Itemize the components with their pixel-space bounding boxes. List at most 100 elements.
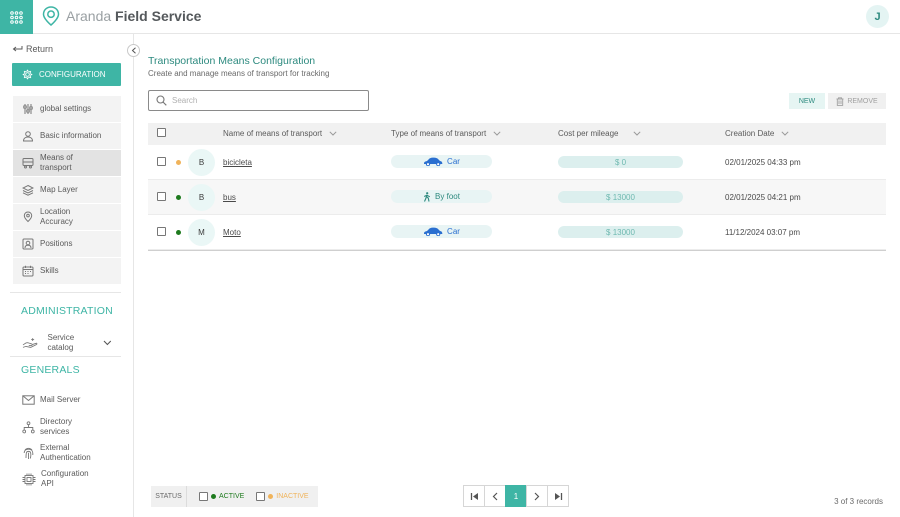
status-filter-label: STATUS	[151, 486, 187, 507]
sidebar-item-location-accuracy[interactable]: Location Accuracy	[13, 204, 121, 231]
configuration-button[interactable]: CONFIGURATION	[12, 63, 121, 86]
table-row[interactable]: B bicicleta Car $ 0 02/01/2025 04:33 pm	[148, 145, 886, 180]
column-header-name[interactable]: Name of means of transport	[223, 129, 337, 138]
last-page-button[interactable]	[547, 485, 569, 507]
configuration-menu: global settings Basic information Means …	[13, 96, 121, 285]
sidebar-item-configuration-api[interactable]: Configuration API	[22, 469, 101, 489]
location-icon	[23, 211, 33, 223]
active-dot	[211, 494, 216, 499]
first-page-icon	[470, 492, 478, 500]
type-label: By foot	[435, 192, 460, 201]
chip-icon	[22, 473, 36, 485]
row-checkbox[interactable]	[157, 192, 166, 201]
transport-icon	[22, 158, 34, 169]
status-dot-active	[176, 230, 181, 235]
return-link[interactable]: Return	[12, 44, 53, 54]
grid-icon	[10, 10, 23, 24]
table-row[interactable]: M Moto Car $ 13000 11/12/2024 03:07 pm	[148, 215, 886, 250]
chevron-down-icon[interactable]	[103, 340, 112, 346]
sidebar-item-label: Configuration API	[41, 469, 89, 488]
page-button-current[interactable]: 1	[505, 485, 527, 507]
mail-icon	[22, 395, 35, 405]
sidebar-item-label: Location Accuracy	[40, 207, 73, 226]
sidebar-item-basic-information[interactable]: Basic information	[13, 123, 121, 150]
chevron-down-icon	[633, 131, 642, 136]
sidebar-item-skills[interactable]: Skills	[13, 258, 121, 285]
type-badge: Car	[391, 225, 492, 238]
status-filter-active[interactable]: ACTIVE	[199, 492, 244, 501]
sidebar-item-global-settings[interactable]: global settings	[13, 96, 121, 123]
table-header: Name of means of transport Type of means…	[148, 123, 886, 145]
sidebar-item-means-of-transport[interactable]: Means of transport	[13, 150, 121, 177]
transport-name-link[interactable]: Moto	[223, 228, 241, 237]
avatar: M	[188, 219, 215, 246]
previous-page-button[interactable]	[484, 485, 506, 507]
positions-icon	[22, 238, 34, 250]
sidebar: Return CONFIGURATION global settings Bas…	[0, 34, 140, 517]
last-page-icon	[554, 492, 562, 500]
administration-title: ADMINISTRATION	[21, 305, 113, 317]
inactive-checkbox[interactable]	[256, 492, 266, 501]
car-icon	[424, 157, 443, 166]
column-header-cost[interactable]: Cost per mileage	[558, 129, 642, 138]
collapse-sidebar-button[interactable]	[127, 44, 140, 57]
apps-menu-button[interactable]	[0, 0, 33, 34]
sidebar-item-label: Basic information	[40, 131, 102, 140]
chevron-left-icon	[492, 492, 498, 500]
sidebar-item-positions[interactable]: Positions	[13, 231, 121, 258]
creation-date: 02/01/2025 04:33 pm	[725, 158, 801, 167]
transport-name-link[interactable]: bus	[223, 193, 236, 202]
remove-button[interactable]: REMOVE	[828, 93, 886, 109]
user-info-icon	[22, 131, 34, 142]
status-dot-active	[176, 195, 181, 200]
sidebar-item-directory-services[interactable]: Directory services	[22, 417, 85, 437]
page-subtitle: Create and manage means of transport for…	[148, 69, 330, 78]
column-header-date[interactable]: Creation Date	[725, 129, 789, 138]
page-title: Transportation Means Configuration	[148, 55, 316, 67]
first-page-button[interactable]	[463, 485, 485, 507]
user-avatar[interactable]: J	[866, 5, 889, 28]
type-badge: By foot	[391, 190, 492, 203]
app-logo: Aranda Field Service	[42, 6, 201, 26]
row-checkbox[interactable]	[157, 227, 166, 236]
sidebar-item-label: External Authentication	[40, 443, 91, 462]
layers-icon	[22, 184, 34, 196]
calendar-icon	[22, 265, 34, 277]
search-box	[148, 90, 369, 111]
walking-icon	[424, 191, 431, 202]
sidebar-item-label: Means of transport	[40, 153, 73, 172]
sidebar-item-external-authentication[interactable]: External Authentication	[22, 443, 100, 463]
gear-icon	[22, 69, 33, 80]
table-row[interactable]: B bus By foot $ 13000 02/01/2025 04:21 p…	[148, 180, 886, 215]
sidebar-item-label: Positions	[40, 239, 73, 248]
chevron-left-icon	[131, 47, 136, 54]
sidebar-item-map-layer[interactable]: Map Layer	[13, 177, 121, 204]
sidebar-item-label: global settings	[40, 104, 92, 113]
generals-title: GENERALS	[21, 364, 80, 376]
type-label: Car	[447, 157, 460, 166]
sidebar-item-mail-server[interactable]: Mail Server	[22, 395, 80, 405]
search-input[interactable]	[172, 96, 352, 105]
avatar: B	[188, 184, 215, 211]
new-button[interactable]: NEW	[789, 93, 825, 109]
status-filter: STATUS ACTIVE INACTIVE	[151, 486, 318, 507]
next-page-button[interactable]	[526, 485, 548, 507]
records-count: 3 of 3 records	[834, 497, 883, 506]
column-header-type[interactable]: Type of means of transport	[391, 129, 501, 138]
sidebar-item-label: Mail Server	[40, 395, 81, 404]
inactive-dot	[268, 494, 274, 499]
sidebar-item-service-catalog[interactable]: Service catalog	[22, 333, 112, 353]
transport-table: Name of means of transport Type of means…	[148, 123, 886, 251]
avatar: B	[188, 149, 215, 176]
status-dot-inactive	[176, 160, 181, 165]
directory-icon	[22, 420, 35, 433]
transport-name-link[interactable]: bicicleta	[223, 158, 252, 167]
row-checkbox[interactable]	[157, 157, 166, 166]
status-filter-inactive[interactable]: INACTIVE	[256, 492, 309, 501]
active-checkbox[interactable]	[199, 492, 208, 501]
configuration-label: CONFIGURATION	[39, 70, 106, 79]
car-icon	[424, 227, 443, 236]
fingerprint-icon	[23, 447, 34, 459]
select-all-checkbox[interactable]	[157, 128, 166, 137]
sliders-icon	[23, 104, 33, 114]
